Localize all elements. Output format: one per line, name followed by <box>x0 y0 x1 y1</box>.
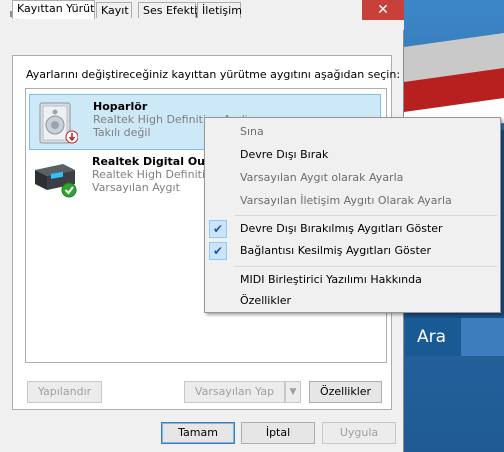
speaker-icon <box>39 102 78 144</box>
check-icon: ✔ <box>209 220 227 238</box>
device-status: Takılı değil <box>93 126 151 139</box>
menu-separator <box>235 215 497 216</box>
tab-recording[interactable]: Kayıt <box>96 2 132 18</box>
cancel-button[interactable]: İptal <box>241 422 315 444</box>
device-status: Varsayılan Aygıt <box>92 181 180 194</box>
menu-item-test[interactable]: Sına <box>205 121 500 143</box>
properties-button[interactable]: Özellikler <box>309 381 382 403</box>
set-default-dropdown-arrow[interactable]: ▼ <box>285 381 301 403</box>
menu-item-label: Bağlantısı Kesilmiş Aygıtları Göster <box>240 244 432 257</box>
menu-item-show-disconnected[interactable]: ✔ Bağlantısı Kesilmiş Aygıtları Göster <box>205 240 500 262</box>
menu-item-midi-about[interactable]: MIDI Birleştirici Yazılımı Hakkında <box>205 269 500 291</box>
context-menu: Sına Devre Dışı Bırak Varsayılan Aygıt o… <box>204 117 501 313</box>
tab-communications[interactable]: İletişim <box>197 2 242 18</box>
menu-item-set-default-device[interactable]: Varsayılan Aygıt olarak Ayarla <box>205 167 500 189</box>
background-search-button[interactable]: Ara <box>405 318 461 356</box>
menu-separator <box>235 266 497 267</box>
menu-item-set-default-comm[interactable]: Varsayılan İletişim Aygıtı Olarak Ayarla <box>205 190 500 212</box>
menu-item-show-disabled[interactable]: ✔ Devre Dışı Bırakılmış Aygıtları Göster <box>205 218 500 240</box>
check-icon: ✔ <box>209 242 227 260</box>
menu-item-properties[interactable]: Özellikler <box>205 290 500 312</box>
menu-item-label: Devre Dışı Bırakılmış Aygıtları Göster <box>240 222 443 235</box>
device-name: Hoparlör <box>93 100 148 113</box>
apply-button[interactable]: Uygula <box>322 422 396 444</box>
close-button[interactable]: ✕ <box>362 0 404 20</box>
set-default-button[interactable]: Varsayılan Yap <box>184 381 285 403</box>
tab-sound-effects[interactable]: Ses Efekti <box>138 2 197 18</box>
menu-item-disable[interactable]: Devre Dışı Bırak <box>205 144 500 166</box>
configure-button[interactable]: Yapılandır <box>27 381 102 403</box>
instruction-text: Ayarlarını değiştireceğiniz kayıttan yür… <box>26 68 401 81</box>
background-strip <box>461 318 504 356</box>
tab-playback[interactable]: Kayıttan Yürüt <box>12 0 95 19</box>
ok-button[interactable]: Tamam <box>161 422 235 444</box>
digital-output-icon <box>35 164 77 198</box>
